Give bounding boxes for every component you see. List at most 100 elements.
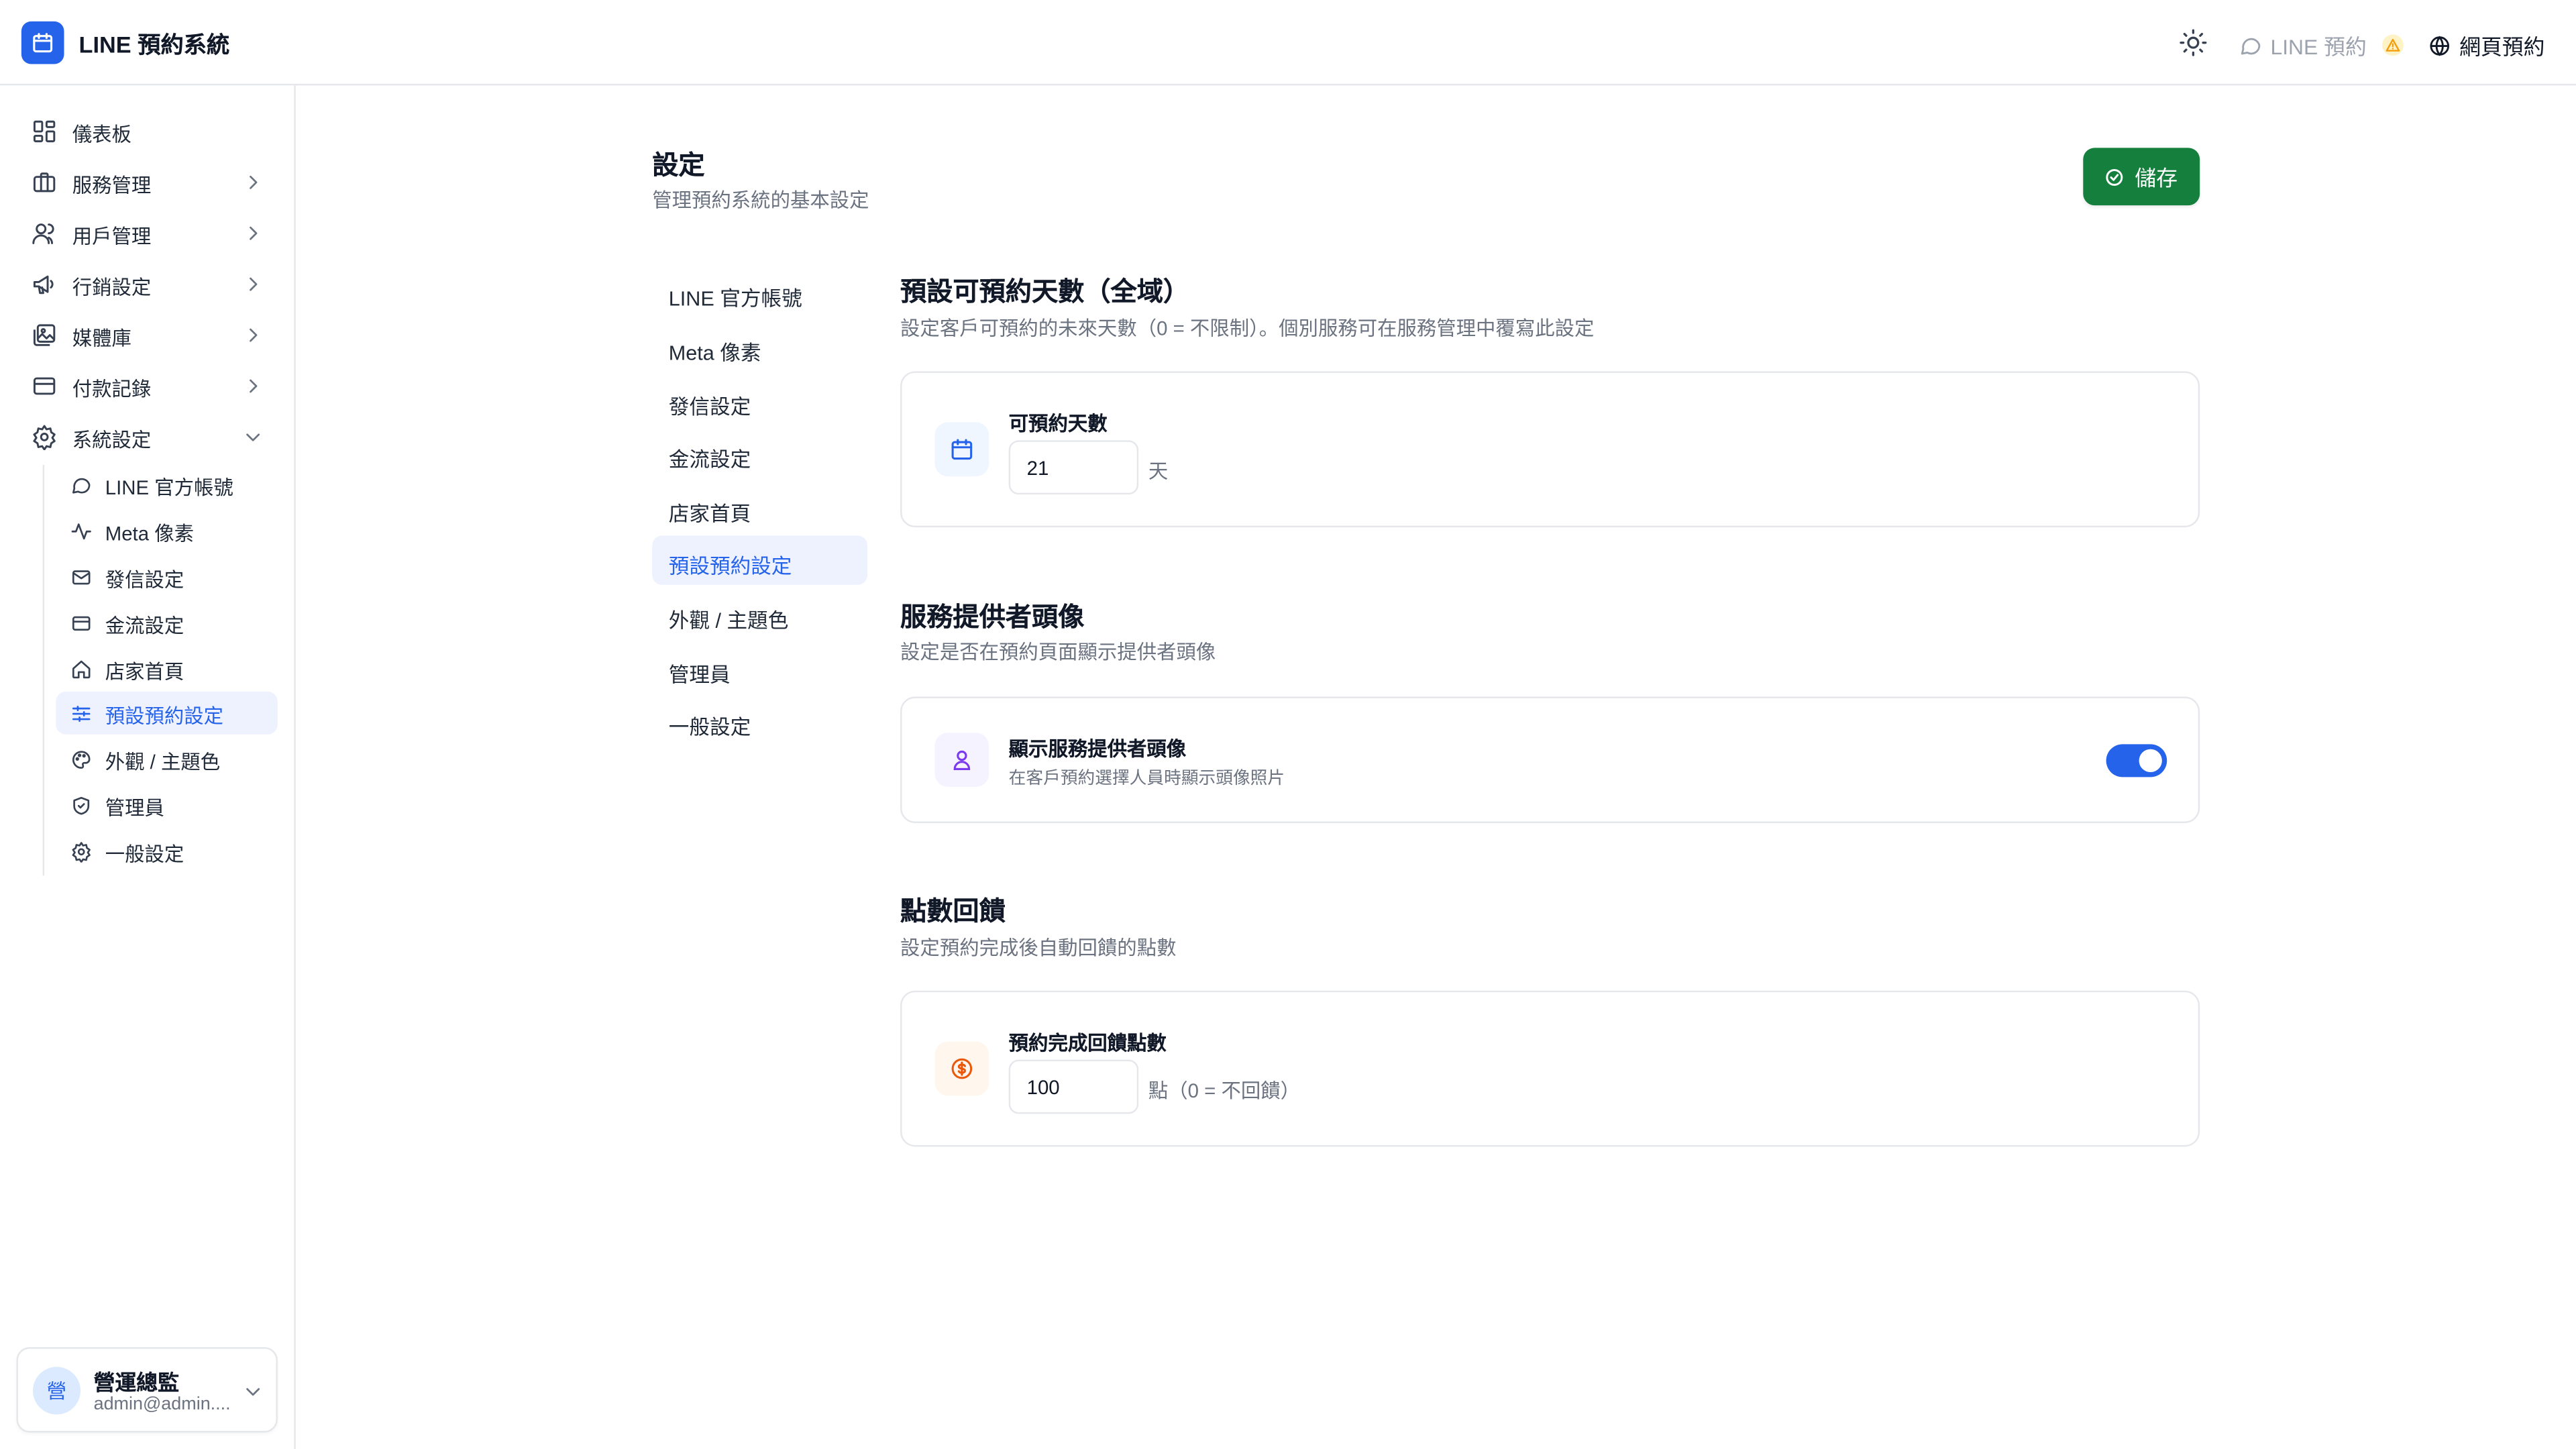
- shield-check-icon: [70, 795, 92, 816]
- credit-card-icon: [70, 612, 92, 634]
- sidebar-subitem-admins[interactable]: 管理員: [56, 784, 278, 826]
- user-menu[interactable]: 營 營運總監 admin@admin....: [16, 1347, 278, 1433]
- user-email: admin@admin....: [93, 1395, 231, 1415]
- points-label: 預約完成回饋點數: [1008, 1031, 1167, 1055]
- chevron-down-icon: [243, 1382, 262, 1401]
- sidebar-item-services[interactable]: 服務管理: [16, 161, 279, 204]
- sidebar-subitem-default-booking[interactable]: 預設預約設定: [56, 692, 278, 735]
- user-icon: [934, 733, 989, 788]
- booking-days-card: 可預約天數 21 天: [900, 371, 2200, 528]
- chevron-right-icon: [243, 325, 262, 345]
- web-booking-link[interactable]: 網頁預約: [2428, 30, 2545, 61]
- provider-avatar-card: 顯示服務提供者頭像 在客戶預約選擇人員時顯示頭像照片: [900, 696, 2200, 823]
- sidebar-subitem-label: 發信設定: [105, 568, 184, 592]
- sidebar-item-label: 付款記錄: [72, 378, 152, 401]
- settings-tab-label: 店家首頁: [668, 502, 751, 526]
- line-booking-status[interactable]: LINE 預約: [2239, 30, 2403, 61]
- sliders-icon: [70, 703, 92, 724]
- dashboard-icon: [32, 118, 58, 144]
- settings-tab-label: 一般設定: [668, 716, 751, 740]
- app-root: LINE 預約系統 LINE 預約 網頁預約 儀表板 服務管理 用戶管理 行銷設…: [0, 0, 2576, 1449]
- theme-toggle-button[interactable]: [2178, 28, 2208, 58]
- sun-icon: [2180, 29, 2207, 56]
- section-title-provider-avatar: 服務提供者頭像: [900, 604, 1085, 633]
- settings-icon: [32, 424, 58, 451]
- save-button[interactable]: 儲存: [2083, 148, 2200, 206]
- sidebar-subitem-general[interactable]: 一般設定: [56, 830, 278, 873]
- sidebar-subitem-email[interactable]: 發信設定: [56, 555, 278, 598]
- booking-days-label: 可預約天數: [1008, 412, 1108, 435]
- page-title: 設定: [652, 152, 705, 181]
- sidebar-item-label: 儀表板: [72, 123, 131, 146]
- chevron-right-icon: [243, 274, 262, 294]
- sidebar: 儀表板 服務管理 用戶管理 行銷設定 媒體庫 付款記錄 系統設定 LINE 官方…: [0, 85, 296, 1449]
- calendar-icon: [33, 33, 53, 53]
- sidebar-item-label: 媒體庫: [72, 327, 131, 350]
- booking-days-unit: 天: [1148, 460, 1169, 484]
- sidebar-subitem-label: 管理員: [105, 796, 164, 820]
- settings-tab-label: 管理員: [668, 663, 731, 687]
- briefcase-icon: [32, 169, 58, 195]
- sidebar-item-label: 服務管理: [72, 174, 152, 197]
- sidebar-item-dashboard[interactable]: 儀表板: [16, 110, 279, 153]
- points-input[interactable]: 100: [1008, 1059, 1139, 1114]
- settings-tab-label: 預設預約設定: [668, 555, 792, 579]
- image-icon: [32, 322, 58, 348]
- sidebar-subitem-label: Meta 像素: [105, 522, 195, 546]
- sidebar-item-media[interactable]: 媒體庫: [16, 314, 279, 357]
- sidebar-item-users[interactable]: 用戶管理: [16, 212, 279, 255]
- settings-tab-line-account[interactable]: LINE 官方帳號: [652, 268, 867, 317]
- chevron-right-icon: [243, 172, 262, 192]
- chevron-right-icon: [243, 223, 262, 243]
- settings-tab-label: 外觀 / 主題色: [668, 609, 789, 633]
- sidebar-item-marketing[interactable]: 行銷設定: [16, 263, 279, 306]
- app-logo[interactable]: [21, 21, 64, 64]
- sidebar-subitem-meta-pixel[interactable]: Meta 像素: [56, 509, 278, 552]
- settings-tab-meta-pixel[interactable]: Meta 像素: [652, 322, 867, 371]
- gear-icon: [70, 841, 92, 863]
- section-desc-points: 設定預約完成後自動回饋的點數: [900, 936, 1177, 960]
- app-title: LINE 預約系統: [78, 31, 230, 58]
- chat-bubble-icon: [2241, 37, 2261, 54]
- credit-card-icon: [32, 373, 58, 399]
- check-circle-icon: [2106, 168, 2124, 185]
- palette-icon: [70, 749, 92, 771]
- settings-tab-label: Meta 像素: [668, 341, 761, 365]
- sidebar-item-label: 系統設定: [72, 429, 152, 452]
- toggle-knob: [2139, 749, 2162, 773]
- sidebar-subitem-appearance[interactable]: 外觀 / 主題色: [56, 738, 278, 781]
- settings-tab-email[interactable]: 發信設定: [652, 376, 867, 425]
- sidebar-item-label: 行銷設定: [72, 276, 152, 299]
- provider-avatar-toggle[interactable]: [2106, 744, 2167, 777]
- section-title-points: 點數回饋: [900, 898, 1006, 927]
- warning-icon: [2381, 34, 2403, 56]
- settings-tab-default-booking[interactable]: 預設預約設定: [652, 535, 868, 585]
- settings-tab-appearance[interactable]: 外觀 / 主題色: [652, 590, 867, 639]
- sidebar-subitem-label: 一般設定: [105, 843, 184, 866]
- calendar-icon: [934, 422, 989, 477]
- sidebar-item-system-settings[interactable]: 系統設定: [16, 416, 279, 459]
- sidebar-item-payments[interactable]: 付款記錄: [16, 365, 279, 408]
- settings-tab-admins[interactable]: 管理員: [652, 644, 867, 693]
- provider-avatar-label: 顯示服務提供者頭像: [1008, 737, 1187, 761]
- chevron-down-icon: [243, 427, 262, 447]
- settings-tab-store-home[interactable]: 店家首頁: [652, 483, 867, 532]
- sidebar-item-label: 用戶管理: [72, 225, 152, 248]
- sidebar-subitem-payment-flow[interactable]: 金流設定: [56, 601, 278, 644]
- mail-icon: [70, 567, 92, 588]
- settings-tab-general[interactable]: 一般設定: [652, 696, 867, 745]
- sidebar-subitem-label: 金流設定: [105, 614, 184, 638]
- section-desc-provider-avatar: 設定是否在預約頁面顯示提供者頭像: [900, 641, 1216, 664]
- booking-days-input[interactable]: 21: [1008, 440, 1139, 495]
- settings-tab-label: LINE 官方帳號: [668, 287, 802, 311]
- section-title-booking-days: 預設可預約天數（全域）: [900, 279, 1190, 307]
- settings-tab-payment-flow[interactable]: 金流設定: [652, 429, 867, 478]
- sidebar-subitem-line-account[interactable]: LINE 官方帳號: [56, 464, 278, 506]
- user-name: 營運總監: [93, 1370, 179, 1395]
- sidebar-subitem-label: 外觀 / 主題色: [105, 751, 221, 774]
- sidebar-subitem-label: LINE 官方帳號: [105, 476, 233, 500]
- sidebar-subitem-label: 店家首頁: [105, 660, 184, 684]
- sidebar-subitem-store-home[interactable]: 店家首頁: [56, 647, 278, 690]
- provider-avatar-hint: 在客戶預約選擇人員時顯示頭像照片: [1008, 769, 1285, 789]
- activity-icon: [70, 521, 92, 542]
